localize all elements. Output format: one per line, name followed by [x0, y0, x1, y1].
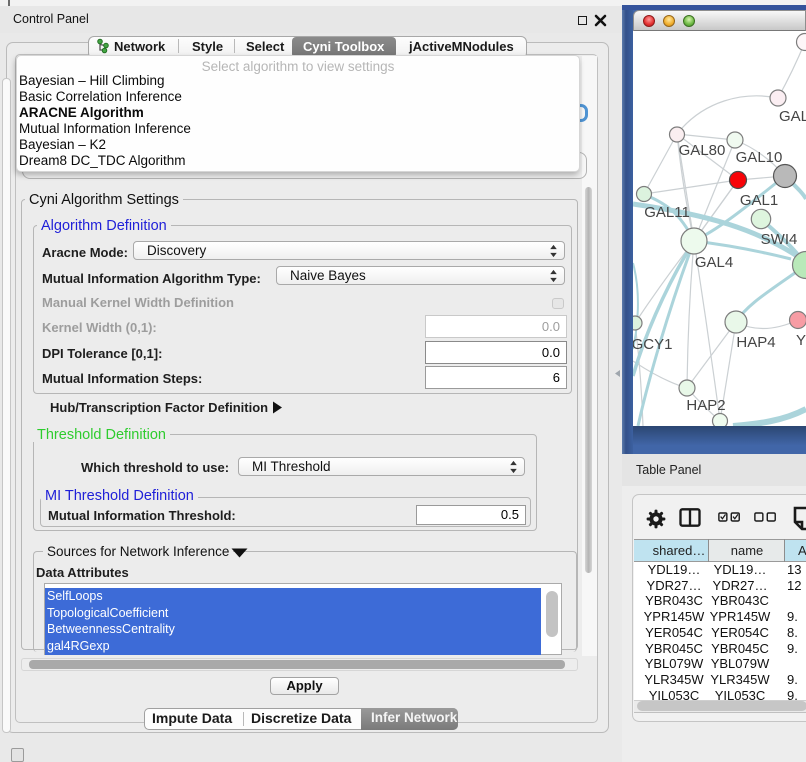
svg-text:Y: Y — [796, 332, 806, 349]
svg-text:GAL10: GAL10 — [736, 149, 783, 166]
svg-text:GAL80: GAL80 — [679, 142, 726, 159]
svg-text:GAL4: GAL4 — [695, 254, 733, 271]
svg-text:GAL7: GAL7 — [779, 108, 806, 125]
svg-text:GCY1: GCY1 — [633, 336, 672, 353]
svg-text:SWI4: SWI4 — [761, 231, 798, 248]
svg-text:HAP2: HAP2 — [686, 397, 725, 414]
svg-text:GAL11: GAL11 — [644, 204, 690, 221]
svg-text:HAP4: HAP4 — [736, 334, 775, 351]
svg-text:GAL1: GAL1 — [740, 192, 778, 209]
